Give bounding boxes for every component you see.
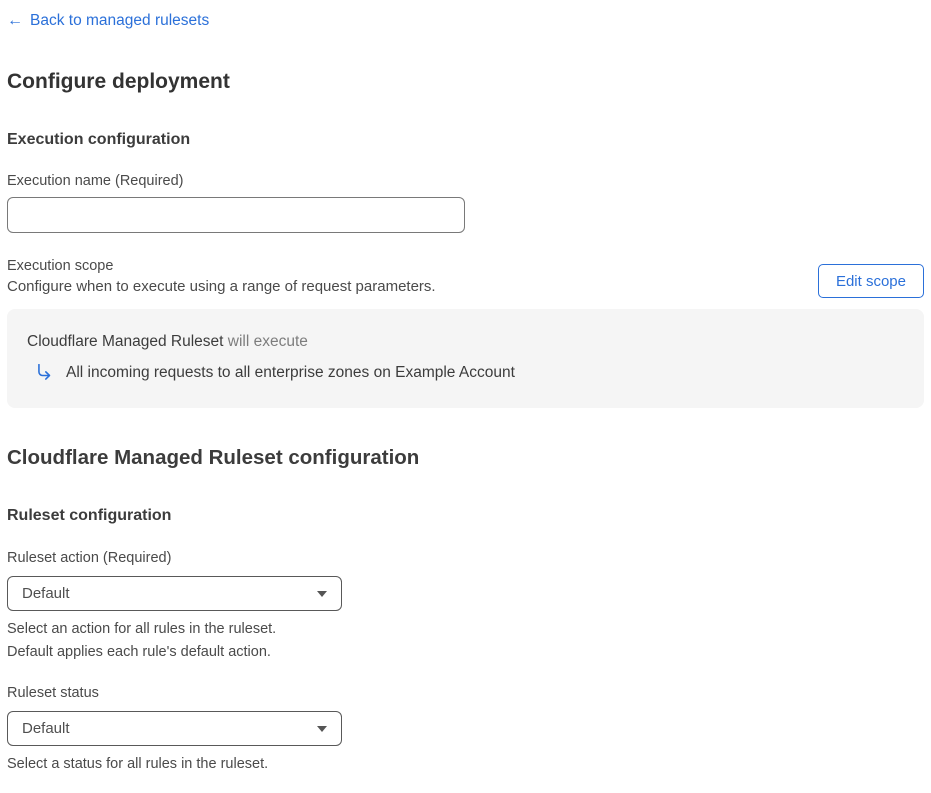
ruleset-action-select[interactable]: Default: [7, 576, 342, 611]
corner-down-right-arrow-icon: [38, 364, 51, 380]
scope-detail-text: All incoming requests to all enterprise …: [66, 364, 515, 381]
page-title: Configure deployment: [7, 70, 230, 93]
scope-detail-line: All incoming requests to all enterprise …: [35, 364, 904, 382]
execution-scope-label: Execution scope: [7, 258, 114, 274]
ruleset-status-select[interactable]: Default: [7, 711, 342, 746]
scope-ruleset-name: Cloudflare Managed Ruleset: [27, 333, 224, 350]
ruleset-action-label: Ruleset action (Required): [7, 550, 172, 566]
execution-configuration-heading: Execution configuration: [7, 131, 191, 148]
ruleset-action-selected-value: Default: [22, 585, 70, 602]
ruleset-status-help-line: Select a status for all rules in the rul…: [7, 756, 269, 772]
scope-will-execute-text: will execute: [227, 333, 308, 350]
ruleset-status-help: Select a status for all rules in the rul…: [7, 753, 924, 776]
back-link-label: Back to managed rulesets: [30, 12, 210, 29]
left-arrow-icon: ←: [7, 12, 23, 29]
scope-summary-line: Cloudflare Managed Ruleset will execute: [27, 333, 904, 351]
execution-scope-row: Execution scope Configure when to execut…: [7, 258, 924, 298]
ruleset-status-label: Ruleset status: [7, 685, 99, 701]
chevron-down-icon: [317, 725, 327, 732]
ruleset-configuration-section-heading: Cloudflare Managed Ruleset configuration: [7, 446, 420, 469]
execution-name-input[interactable]: [7, 197, 465, 233]
execution-scope-texts: Execution scope Configure when to execut…: [7, 258, 436, 295]
edit-scope-button[interactable]: Edit scope: [817, 264, 924, 298]
configure-deployment-page: ← Back to managed rulesets Configure dep…: [0, 0, 931, 776]
ruleset-action-help-line2: Default applies each rule's default acti…: [7, 644, 271, 660]
execution-scope-description: Configure when to execute using a range …: [7, 278, 436, 295]
chevron-down-icon: [317, 590, 327, 597]
ruleset-action-help: Select an action for all rules in the ru…: [7, 618, 924, 664]
ruleset-action-help-line1: Select an action for all rules in the ru…: [7, 621, 277, 637]
execution-name-label: Execution name (Required): [7, 173, 184, 189]
back-to-managed-rulesets-link[interactable]: ← Back to managed rulesets: [7, 12, 209, 30]
ruleset-configuration-subheading: Ruleset configuration: [7, 507, 172, 524]
ruleset-status-selected-value: Default: [22, 720, 70, 737]
scope-summary-panel: Cloudflare Managed Ruleset will execute …: [7, 309, 924, 408]
